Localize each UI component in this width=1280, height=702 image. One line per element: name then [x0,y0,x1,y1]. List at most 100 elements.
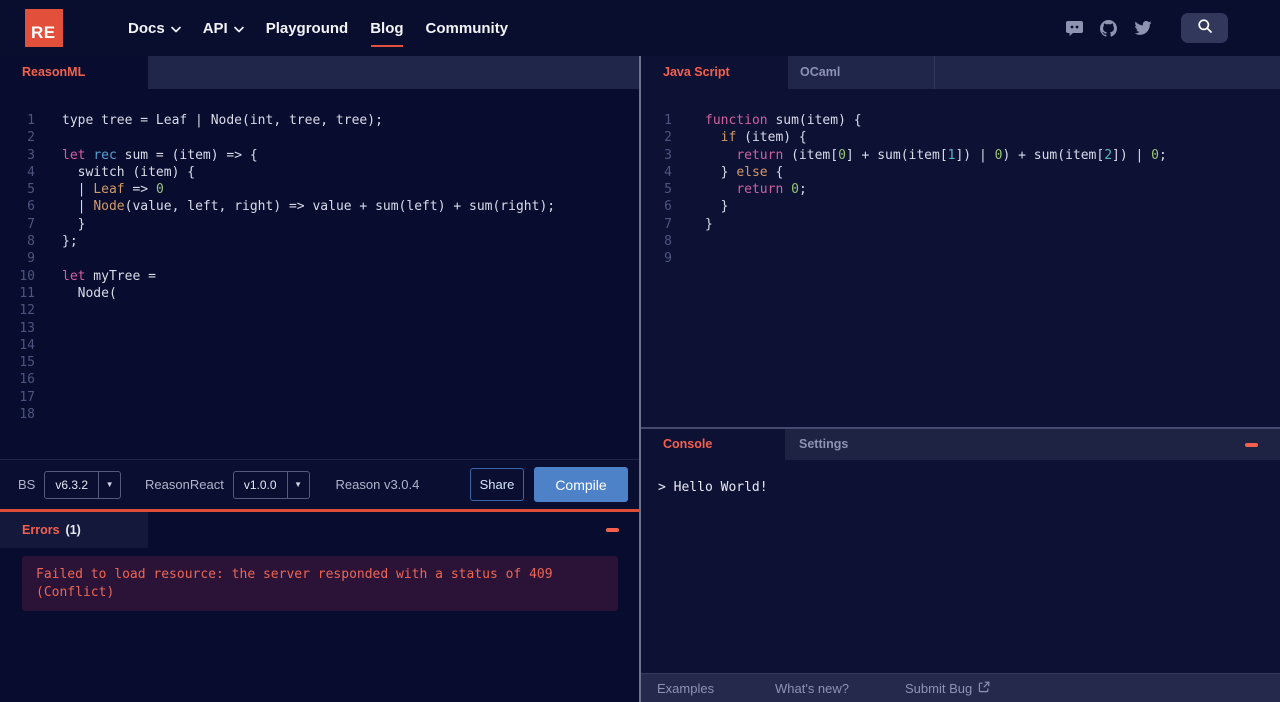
line-number: 18 [19,407,35,423]
line-number: 12 [19,303,35,319]
chevron-down-icon: ▼ [98,471,120,498]
code-line: 10 let myTree = [0,268,639,285]
panel-divider[interactable] [639,56,641,702]
editor-toolbar: BS v6.3.2 ▼ ReasonReact v1.0.0 ▼ Reason … [0,459,639,509]
playground-footer: Examples What's new? Submit Bug [641,673,1280,702]
line-number: 11 [19,285,35,301]
nav-item-label: Docs [128,19,165,37]
console-body: > Hello World! [641,460,1280,673]
tab-console[interactable]: Console [641,429,785,460]
reasonreact-version-value: v1.0.0 [243,477,277,492]
javascript-editor[interactable]: 1 function sum(item) {2 if (item) {3 retu… [641,89,1280,427]
reason-logo[interactable]: RE [25,9,63,47]
share-button[interactable]: Share [470,468,524,501]
line-number: 7 [27,216,35,232]
line-number: 5 [27,182,35,198]
code-line: 9 [641,250,1280,267]
reason-editor[interactable]: 1 type tree = Leaf | Node(int, tree, tree… [0,89,639,459]
reasonreact-version-dropdown[interactable]: v1.0.0 ▼ [232,470,310,499]
line-number: 5 [664,182,672,198]
nav-item-label: Blog [370,19,404,37]
reasonml-playground: RE Docs API Playground Blog Community Reason… [0,0,1280,702]
code-line: 18 [0,406,639,423]
line-number: 1 [664,113,672,128]
error-message-box: Failed to load resource: the server resp… [22,556,618,611]
code-line: 16 [0,371,639,388]
code-line: 17 [0,389,639,406]
line-number: 10 [19,268,35,284]
code-line: 2 [0,129,639,146]
line-number: 7 [664,216,672,232]
tab-javascript[interactable]: Java Script [641,56,788,89]
line-number: 2 [27,130,35,146]
code-line: 7 } [0,216,639,233]
line-number: 6 [664,199,672,215]
code-line: 4 switch (item) { [0,164,639,181]
nav-item-label: API [202,19,228,37]
line-number: 9 [664,251,672,267]
twitter-icon[interactable] [1134,20,1152,36]
error-message-line2: (Conflict) [36,584,115,600]
line-number: 4 [27,164,35,180]
nav-item-playground[interactable]: Playground [266,17,349,39]
navbar: RE Docs API Playground Blog Community [0,0,1280,56]
code-line: 7} [641,216,1280,233]
compile-button[interactable]: Compile [534,467,628,502]
line-number: 16 [19,372,35,388]
error-message-line1: Failed to load resource: the server resp… [36,567,553,582]
code-line: 4 } else { [641,164,1280,181]
code-line: 5 return 0; [641,181,1280,198]
chevron-down-icon: ▼ [286,471,309,498]
bs-label: BS [18,477,36,492]
external-link-icon [978,681,990,696]
nav-item-docs[interactable]: Docs [128,17,181,39]
line-number: 3 [27,147,35,163]
line-number: 17 [19,389,35,405]
line-number: 8 [664,234,672,250]
examples-link[interactable]: Examples [657,674,714,702]
code-line: 1 type tree = Leaf | Node(int, tree, tree… [0,112,639,129]
collapse-console-icon[interactable] [1245,443,1258,447]
left-tabbar: ReasonML [0,56,639,89]
whats-new-link[interactable]: What's new? [775,674,849,702]
line-number: 13 [19,320,35,336]
nav-item-api[interactable]: API [203,17,244,39]
code-line: 3 return (item[0] + sum(item[1]) | 0) + … [641,147,1280,164]
tab-reasonml[interactable]: ReasonML [0,56,148,89]
javascript-code: 1 function sum(item) {2 if (item) {3 retu… [641,89,1280,268]
nav-item-community[interactable]: Community [426,17,509,39]
line-number: 2 [664,130,672,146]
discord-icon[interactable] [1066,20,1083,36]
github-icon[interactable] [1100,19,1117,37]
reasonreact-label: ReasonReact [145,477,224,492]
reason-version-text: Reason v3.0.4 [335,477,420,492]
code-line: 1 function sum(item) { [641,112,1280,129]
line-number: 4 [664,164,672,180]
bs-version-dropdown[interactable]: v6.3.2 ▼ [44,470,122,499]
code-line: 6 | Node(value, left, right) => value + … [0,198,639,215]
right-tabbar: Java Script OCaml [641,56,1280,89]
errors-title: Errors [22,523,60,537]
submit-bug-link[interactable]: Submit Bug [905,674,990,702]
nav-item-blog[interactable]: Blog [370,17,404,47]
line-number: 15 [19,355,35,371]
nav-item-label: Playground [265,19,349,37]
submit-bug-label: Submit Bug [905,680,973,696]
search-button[interactable] [1181,13,1228,43]
errors-panel: Errors (1) Failed to load resource: the … [0,512,639,702]
line-number: 1 [27,113,35,128]
console-output: > Hello World! [658,480,768,495]
code-line: 9 [0,250,639,267]
code-line: 12 [0,302,639,319]
tab-settings[interactable]: Settings [785,429,935,460]
code-line: 8}; [0,233,639,250]
collapse-errors-icon[interactable] [606,528,619,532]
line-number: 3 [664,147,672,163]
line-number: 6 [27,199,35,215]
chevron-down-icon [170,20,181,37]
code-line: 3 let rec sum = (item) => { [0,147,639,164]
tab-ocaml[interactable]: OCaml [788,56,935,89]
line-number: 8 [27,234,35,250]
errors-tab[interactable]: Errors (1) [0,512,148,548]
errors-count: (1) [65,523,81,537]
